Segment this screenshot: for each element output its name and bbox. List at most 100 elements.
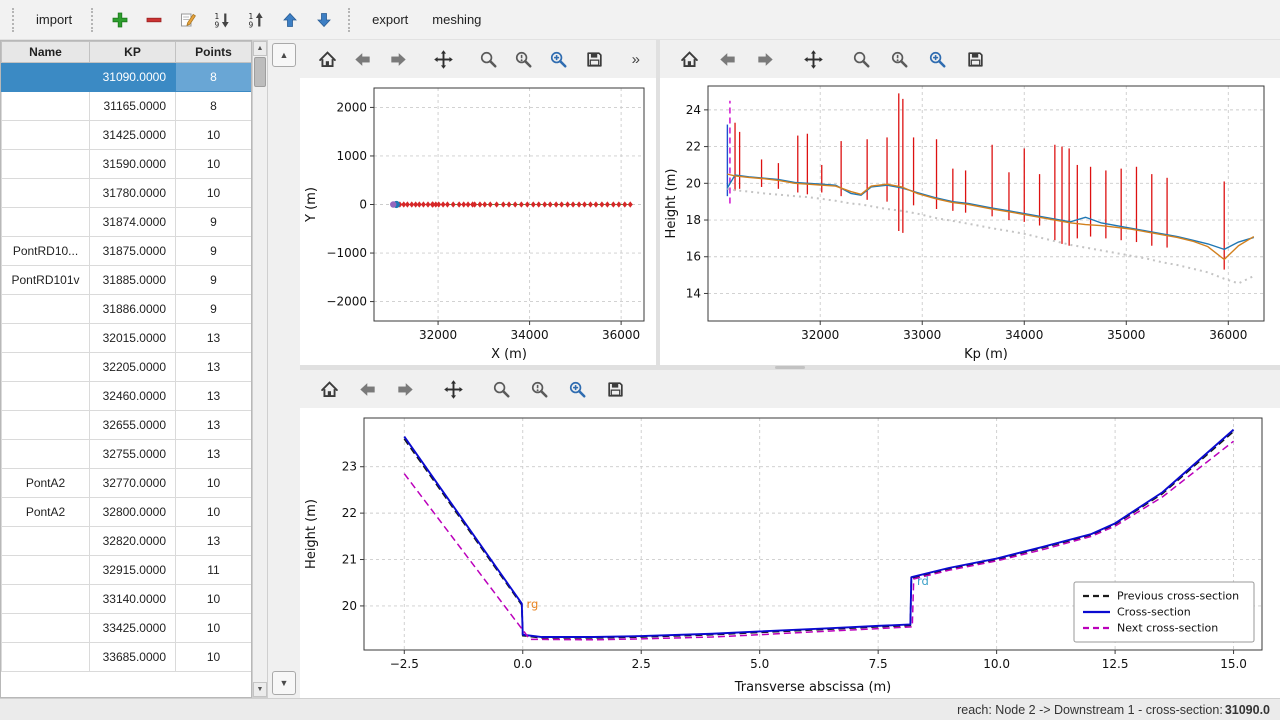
cell-points[interactable]: 10 xyxy=(176,643,252,672)
cell-points[interactable]: 13 xyxy=(176,411,252,440)
toolbar-grip[interactable] xyxy=(12,8,17,32)
table-row[interactable]: 31886.00009 xyxy=(2,295,252,324)
cell-points[interactable]: 9 xyxy=(176,266,252,295)
cell-points[interactable]: 10 xyxy=(176,498,252,527)
forward-button[interactable] xyxy=(392,376,418,402)
cell-kp[interactable]: 32800.0000 xyxy=(90,498,176,527)
table-row[interactable]: 32915.000011 xyxy=(2,556,252,585)
table-row[interactable]: 31590.000010 xyxy=(2,150,252,179)
scrollbar-up-arrow-icon[interactable]: ▲ xyxy=(253,41,267,56)
cell-points[interactable]: 9 xyxy=(176,237,252,266)
edit-axes-button[interactable] xyxy=(924,46,950,72)
cell-points[interactable]: 11 xyxy=(176,556,252,585)
cell-points[interactable]: 13 xyxy=(176,527,252,556)
zoom-button[interactable] xyxy=(477,46,500,72)
table-scrollbar[interactable]: ▲ ▼ xyxy=(252,40,268,698)
cell-name[interactable] xyxy=(2,63,90,92)
cell-name[interactable] xyxy=(2,411,90,440)
home-button[interactable] xyxy=(676,46,702,72)
cell-name[interactable] xyxy=(2,150,90,179)
table-row[interactable]: 32205.000013 xyxy=(2,353,252,382)
back-button[interactable] xyxy=(354,376,380,402)
cell-name[interactable] xyxy=(2,614,90,643)
save-button[interactable] xyxy=(962,46,988,72)
cell-kp[interactable]: 31780.0000 xyxy=(90,179,176,208)
cell-kp[interactable]: 31090.0000 xyxy=(90,63,176,92)
add-button[interactable] xyxy=(106,6,134,34)
back-button[interactable] xyxy=(351,46,374,72)
cell-points[interactable]: 10 xyxy=(176,469,252,498)
pan-button[interactable] xyxy=(440,376,466,402)
cell-name[interactable] xyxy=(2,295,90,324)
cell-kp[interactable]: 32655.0000 xyxy=(90,411,176,440)
table-row[interactable]: 33140.000010 xyxy=(2,585,252,614)
table-row[interactable]: 31090.00008 xyxy=(2,63,252,92)
cell-kp[interactable]: 32770.0000 xyxy=(90,469,176,498)
cell-kp[interactable]: 32205.0000 xyxy=(90,353,176,382)
sort-descending-button[interactable]: 19 xyxy=(242,6,270,34)
cell-points[interactable]: 10 xyxy=(176,585,252,614)
table-row[interactable]: PontRD10...31875.00009 xyxy=(2,237,252,266)
table-row[interactable]: PontA232770.000010 xyxy=(2,469,252,498)
cell-kp[interactable]: 32820.0000 xyxy=(90,527,176,556)
remove-button[interactable] xyxy=(140,6,168,34)
zoom-button[interactable] xyxy=(848,46,874,72)
cell-points[interactable]: 13 xyxy=(176,324,252,353)
edit-axes-button[interactable] xyxy=(547,46,570,72)
table-row[interactable]: PontRD101v31885.00009 xyxy=(2,266,252,295)
table-row[interactable]: 32460.000013 xyxy=(2,382,252,411)
table-row[interactable]: 31165.00008 xyxy=(2,92,252,121)
menu-export[interactable]: export xyxy=(363,7,417,32)
cell-name[interactable] xyxy=(2,179,90,208)
toolbar-overflow-button[interactable]: » xyxy=(632,51,640,68)
longitudinal-profile-plot[interactable]: 3200033000340003500036000141618202224Kp … xyxy=(660,78,1280,365)
plan-view-plot[interactable]: 320003400036000−2000−1000010002000X (m)Y… xyxy=(300,78,656,365)
splitter-handle[interactable] xyxy=(775,366,805,369)
cell-name[interactable] xyxy=(2,92,90,121)
table-row[interactable]: 32655.000013 xyxy=(2,411,252,440)
cell-name[interactable]: PontA2 xyxy=(2,469,90,498)
scrollbar-thumb[interactable] xyxy=(254,57,266,87)
pan-button[interactable] xyxy=(432,46,455,72)
column-header-kp[interactable]: KP xyxy=(90,42,176,63)
cell-points[interactable]: 13 xyxy=(176,440,252,469)
scrollbar-down-arrow-icon[interactable]: ▼ xyxy=(253,682,267,697)
cell-kp[interactable]: 31874.0000 xyxy=(90,208,176,237)
scrollbar-track[interactable] xyxy=(253,88,267,682)
cell-name[interactable] xyxy=(2,585,90,614)
toolbar-grip[interactable] xyxy=(348,8,353,32)
cell-points[interactable]: 8 xyxy=(176,63,252,92)
sort-ascending-button[interactable]: 19 xyxy=(208,6,236,34)
table-row[interactable]: 31425.000010 xyxy=(2,121,252,150)
cell-points[interactable]: 10 xyxy=(176,121,252,150)
table-row[interactable]: 33425.000010 xyxy=(2,614,252,643)
cell-points[interactable]: 9 xyxy=(176,208,252,237)
move-up-button[interactable] xyxy=(276,6,304,34)
save-button[interactable] xyxy=(602,376,628,402)
table-row[interactable]: 32820.000013 xyxy=(2,527,252,556)
move-row-up-button[interactable]: ▲ xyxy=(272,43,296,67)
cell-points[interactable]: 10 xyxy=(176,614,252,643)
table-row[interactable]: 31874.00009 xyxy=(2,208,252,237)
cell-kp[interactable]: 31875.0000 xyxy=(90,237,176,266)
column-header-points[interactable]: Points xyxy=(176,42,252,63)
cell-kp[interactable]: 31885.0000 xyxy=(90,266,176,295)
cell-kp[interactable]: 33685.0000 xyxy=(90,643,176,672)
cell-name[interactable] xyxy=(2,208,90,237)
cell-name[interactable] xyxy=(2,324,90,353)
move-row-down-button[interactable]: ▼ xyxy=(272,671,296,695)
cell-name[interactable] xyxy=(2,440,90,469)
cell-points[interactable]: 8 xyxy=(176,92,252,121)
zoom-button[interactable] xyxy=(488,376,514,402)
move-down-button[interactable] xyxy=(310,6,338,34)
cell-kp[interactable]: 31165.0000 xyxy=(90,92,176,121)
table-row[interactable]: 33685.000010 xyxy=(2,643,252,672)
cell-kp[interactable]: 31425.0000 xyxy=(90,121,176,150)
menu-meshing[interactable]: meshing xyxy=(423,7,490,32)
column-header-name[interactable]: Name xyxy=(2,42,90,63)
cell-kp[interactable]: 31590.0000 xyxy=(90,150,176,179)
edit-axes-button[interactable] xyxy=(564,376,590,402)
edit-button[interactable] xyxy=(174,6,202,34)
toolbar-grip[interactable] xyxy=(91,8,96,32)
cell-name[interactable]: PontA2 xyxy=(2,498,90,527)
